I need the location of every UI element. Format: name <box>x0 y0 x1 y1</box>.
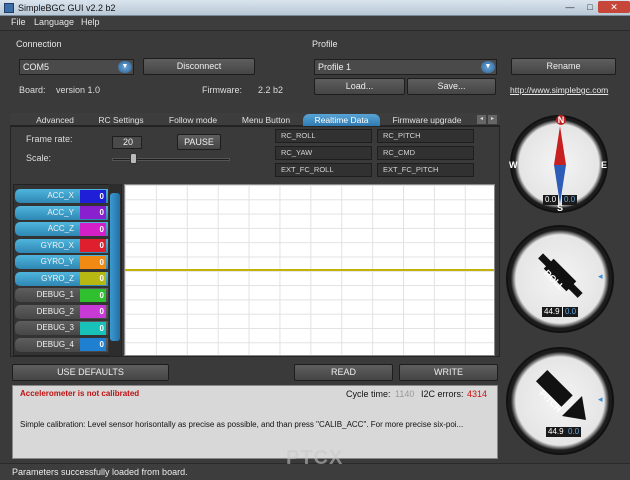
close-button[interactable]: ✕ <box>598 1 630 13</box>
channel-value: 0 <box>80 272 106 285</box>
board-value: version 1.0 <box>56 85 101 95</box>
chart-trace-line <box>125 269 494 271</box>
pitch-value-1: 44.9 <box>546 427 566 437</box>
read-button[interactable]: READ <box>294 364 393 381</box>
maximize-button[interactable]: □ <box>580 1 600 13</box>
roll-value-2: 0.0 <box>563 307 579 317</box>
tab-rc-settings[interactable]: RC Settings <box>92 114 150 126</box>
compass-value-2: 0.0 <box>562 195 578 205</box>
com-port-value: COM5 <box>23 62 50 72</box>
profile-select[interactable]: Profile 1 ▼ <box>314 59 497 75</box>
channel-name: ACC_Z <box>47 224 74 233</box>
channel-name: GYRO_Z <box>41 273 74 283</box>
tab-firmware-upgrade[interactable]: Firmware upgrade <box>388 114 466 126</box>
compass-west: W <box>509 160 518 170</box>
save-button[interactable]: Save... <box>407 78 496 95</box>
cycle-time-value: 1140 <box>395 389 415 399</box>
status-text: Parameters successfully loaded from boar… <box>12 467 188 477</box>
tab-scroll-right-icon[interactable]: ▸ <box>488 115 497 124</box>
channel-name: ACC_X <box>47 191 74 200</box>
value-rc-yaw[interactable]: RC_YAW <box>275 146 372 160</box>
value-rc-pitch[interactable]: RC_PITCH <box>377 129 474 143</box>
watermark: PTCX <box>286 447 344 469</box>
frame-rate-value: 20 <box>123 137 134 147</box>
value-rc-roll[interactable]: RC_ROLL <box>275 129 372 143</box>
value-ext-fc-roll[interactable]: EXT_FC_ROLL <box>275 163 372 177</box>
chevron-down-icon: ▼ <box>118 61 132 73</box>
app-icon <box>4 3 14 13</box>
channel-name: DEBUG_4 <box>36 339 74 349</box>
channel-name: DEBUG_1 <box>36 290 74 299</box>
compass-value-1: 0.0 <box>543 195 559 205</box>
roll-marker-icon: ◂ <box>598 271 603 281</box>
chevron-down-icon: ▼ <box>481 61 495 73</box>
cycle-time-label: Cycle time: <box>346 389 391 399</box>
channel-value: 0 <box>80 321 106 335</box>
pitch-value-2: 0.0 <box>566 427 582 437</box>
channel-name: ACC_Y <box>47 207 74 217</box>
channel-name: DEBUG_2 <box>36 306 74 316</box>
board-label: Board: <box>19 85 46 95</box>
i2c-errors-value: 4314 <box>467 389 488 399</box>
channel-value: 0 <box>80 255 106 269</box>
channel-name: GYRO_X <box>40 240 74 250</box>
channel-value: 0 <box>80 222 106 236</box>
channel-value: 0 <box>80 338 106 351</box>
value-rc-cmd[interactable]: RC_CMD <box>377 146 474 160</box>
profile-section-title: Profile <box>312 39 338 49</box>
tab-advanced[interactable]: Advanced <box>30 114 80 126</box>
scale-slider-handle[interactable] <box>130 153 137 164</box>
com-port-select[interactable]: COM5 ▼ <box>19 59 134 75</box>
i2c-errors-label: I2C errors: <box>421 389 464 399</box>
channel-value: 0 <box>80 189 106 203</box>
value-ext-fc-pitch[interactable]: EXT_FC_PITCH <box>377 163 474 177</box>
compass-east: E <box>601 160 608 170</box>
frame-rate-label: Frame rate: <box>26 134 73 144</box>
disconnect-button[interactable]: Disconnect <box>143 58 255 75</box>
scale-label: Scale: <box>26 153 52 163</box>
minimize-button[interactable]: — <box>560 1 580 13</box>
pause-button[interactable]: PAUSE <box>177 134 221 150</box>
channel-value: 0 <box>80 239 106 252</box>
load-button[interactable]: Load... <box>314 78 405 95</box>
menu-help[interactable]: Help <box>81 17 100 27</box>
firmware-label: Firmware: <box>202 85 242 95</box>
write-button[interactable]: WRITE <box>399 364 498 381</box>
channel-name: GYRO_Y <box>40 257 74 266</box>
use-defaults-button[interactable]: USE DEFAULTS <box>12 364 169 381</box>
frame-rate-spinner[interactable]: 20 <box>112 136 142 149</box>
window-title-bar: SimpleBGC GUI v2.2 b2 <box>0 0 630 16</box>
rename-button[interactable]: Rename <box>511 58 616 75</box>
tab-follow-mode[interactable]: Follow mode <box>164 114 222 126</box>
window-title: SimpleBGC GUI v2.2 b2 <box>18 3 116 13</box>
pitch-marker-icon: ◂ <box>598 394 603 404</box>
channel-scrollbar-thumb[interactable] <box>110 193 120 341</box>
calibration-instructions: Simple calibration: Level sensor horison… <box>20 420 464 429</box>
roll-value-1: 44.9 <box>542 307 562 317</box>
tab-scroll-left-icon[interactable]: ◂ <box>477 115 486 124</box>
menu-file[interactable]: File <box>11 17 26 27</box>
channel-name: DEBUG_3 <box>36 323 74 332</box>
channel-value: 0 <box>80 206 106 219</box>
profile-value: Profile 1 <box>318 62 352 72</box>
channel-value: 0 <box>80 305 106 318</box>
calibration-warning: Accelerometer is not calibrated <box>20 389 140 398</box>
connection-section-title: Connection <box>16 39 62 49</box>
roll-indicator-icon <box>538 253 583 298</box>
menu-language[interactable]: Language <box>34 17 74 27</box>
tab-realtime-data[interactable]: Realtime Data <box>303 114 380 126</box>
channel-value: 0 <box>80 288 106 302</box>
website-link[interactable]: http://www.simplebgc.com <box>510 85 608 95</box>
tab-menu-button[interactable]: Menu Button <box>237 114 295 126</box>
firmware-value: 2.2 b2 <box>258 85 284 95</box>
